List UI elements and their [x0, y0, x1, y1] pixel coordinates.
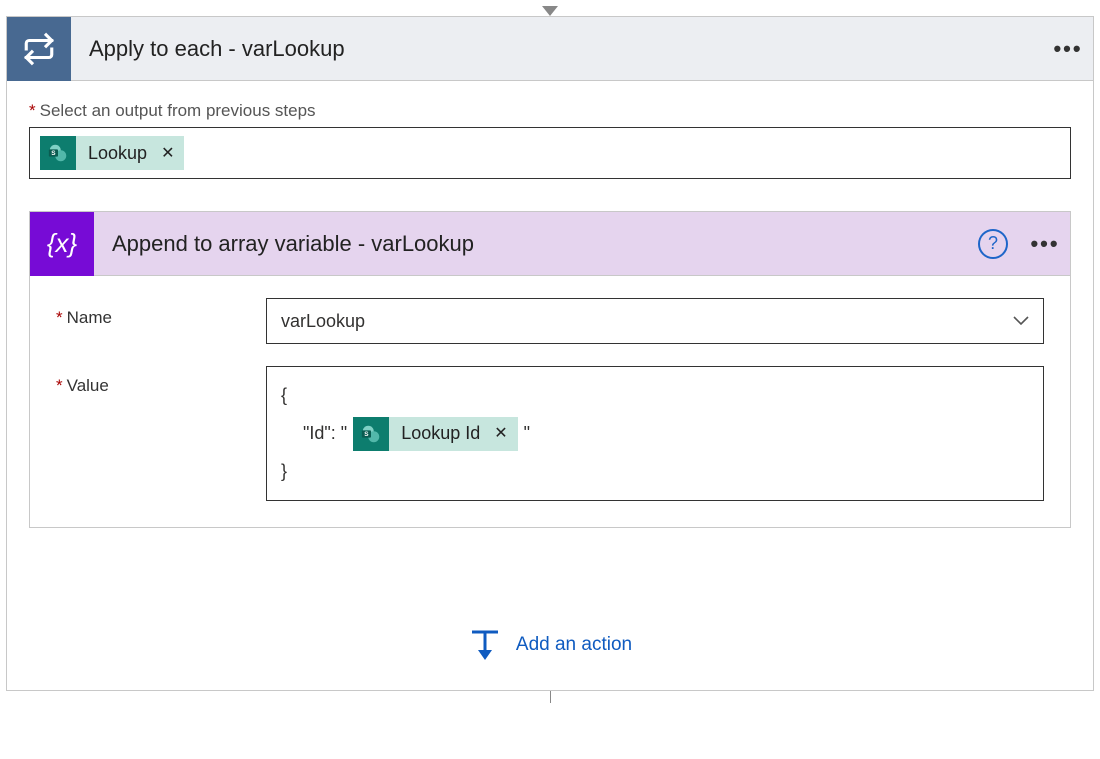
connector-arrow-down-icon [542, 6, 558, 16]
name-select-value: varLookup [281, 311, 365, 332]
help-button[interactable]: ? [978, 229, 1008, 259]
required-asterisk: * [56, 308, 63, 327]
required-asterisk: * [29, 101, 36, 120]
value-id-suffix: " [524, 415, 530, 453]
value-input[interactable]: { "Id": " S [266, 366, 1044, 501]
svg-text:S: S [364, 431, 369, 438]
add-action-label: Add an action [516, 634, 632, 656]
add-action-icon [468, 628, 502, 662]
sharepoint-icon: S [40, 136, 76, 170]
name-param-row: *Name varLookup [56, 298, 1044, 344]
append-array-menu-button[interactable]: ••• [1020, 231, 1070, 257]
select-output-input[interactable]: S Lookup ✕ [29, 127, 1071, 179]
lookup-token[interactable]: S Lookup ✕ [40, 136, 184, 170]
apply-to-each-body: *Select an output from previous steps S … [7, 81, 1093, 690]
value-id-prefix: "Id": " [303, 415, 347, 453]
loop-icon [7, 17, 71, 81]
value-open-brace: { [281, 377, 1029, 415]
lookup-token-remove-icon[interactable]: ✕ [157, 143, 184, 163]
apply-to-each-title: Apply to each - varLookup [71, 36, 1043, 62]
apply-to-each-card: Apply to each - varLookup ••• *Select an… [6, 16, 1094, 691]
value-label: *Value [56, 366, 246, 396]
apply-to-each-header[interactable]: Apply to each - varLookup ••• [7, 17, 1093, 81]
value-param-row: *Value { "Id": " [56, 366, 1044, 501]
select-output-label: *Select an output from previous steps [29, 101, 1071, 121]
connector-line-down [550, 691, 551, 703]
sharepoint-icon: S [353, 417, 389, 451]
lookup-token-label: Lookup [76, 143, 157, 164]
append-array-card: {x} Append to array variable - varLookup… [29, 211, 1071, 528]
required-asterisk: * [56, 376, 63, 395]
variable-icon: {x} [30, 212, 94, 276]
lookup-id-token-label: Lookup Id [389, 415, 490, 453]
name-label: *Name [56, 298, 246, 328]
apply-to-each-menu-button[interactable]: ••• [1043, 36, 1093, 62]
append-array-header[interactable]: {x} Append to array variable - varLookup… [30, 212, 1070, 276]
append-array-body: *Name varLookup *Value [30, 276, 1070, 527]
svg-text:S: S [51, 150, 56, 157]
chevron-down-icon [1013, 316, 1029, 326]
lookup-id-token-remove-icon[interactable]: ✕ [490, 417, 517, 451]
append-array-title: Append to array variable - varLookup [94, 231, 978, 257]
add-action-button[interactable]: Add an action [29, 628, 1071, 662]
name-select[interactable]: varLookup [266, 298, 1044, 344]
lookup-id-token[interactable]: S Lookup Id ✕ [353, 417, 517, 451]
value-close-brace: } [281, 453, 1029, 491]
